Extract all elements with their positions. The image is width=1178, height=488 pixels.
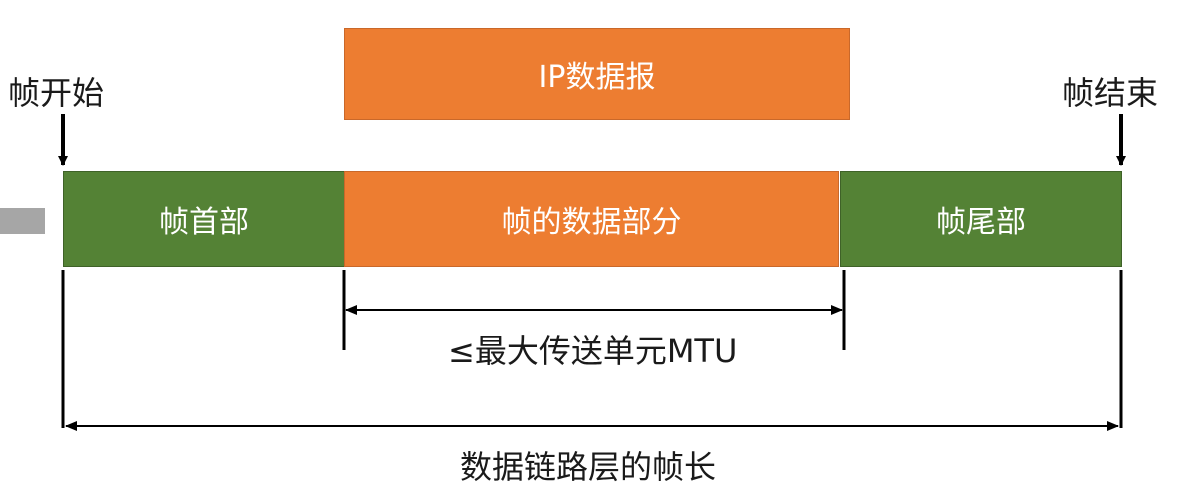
diagram-lines (58, 114, 1126, 431)
mtu-label: ≤最大传送单元MTU (448, 332, 738, 370)
frame-length-label: 数据链路层的帧长 (460, 448, 717, 486)
